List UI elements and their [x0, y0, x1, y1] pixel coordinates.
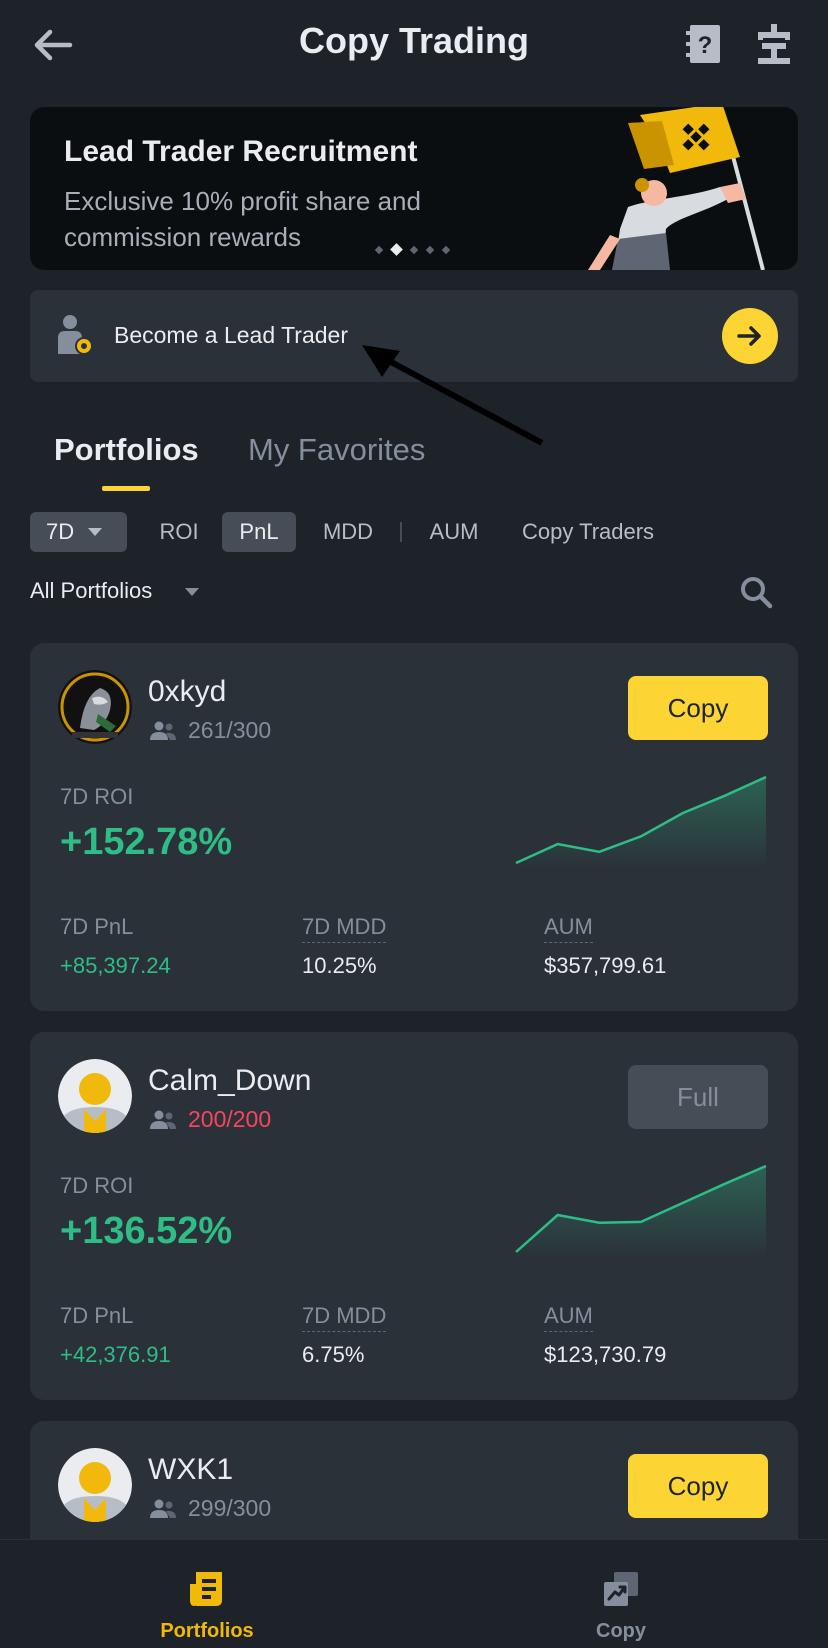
sort-pnl[interactable]: PnL — [222, 512, 296, 552]
copy-button[interactable]: Copy — [628, 676, 768, 740]
trader-card[interactable]: 0xkyd 261/300 Copy 7D ROI +152.78% 7D Pn… — [30, 643, 798, 1011]
sparkline-area — [516, 777, 766, 869]
arrow-right-icon — [737, 326, 761, 346]
roi-sparkline — [515, 1164, 767, 1258]
pnl-value: +85,397.24 — [60, 953, 171, 978]
aum-value: $123,730.79 — [544, 1342, 667, 1367]
banner-dot — [425, 245, 435, 254]
people-icon — [150, 721, 176, 740]
sparkline-area — [516, 1166, 766, 1258]
people-icon — [150, 1110, 176, 1129]
aum-label: AUM — [544, 1303, 593, 1332]
aum-value: $357,799.61 — [544, 953, 667, 978]
caret-down-icon — [185, 588, 199, 596]
tab-portfolios[interactable]: Portfolios — [54, 432, 199, 468]
recruitment-banner[interactable]: Lead Trader Recruitment Exclusive 10% pr… — [30, 107, 798, 270]
tab-my-favorites[interactable]: My Favorites — [248, 432, 425, 468]
follower-count: 299/300 — [188, 1495, 272, 1521]
avatar — [58, 1059, 132, 1133]
trader-name: WXK1 — [148, 1453, 234, 1486]
sort-mdd[interactable]: MDD — [320, 512, 376, 552]
banner-dot — [441, 245, 451, 254]
sort-roi[interactable]: ROI — [154, 512, 204, 552]
help-book-icon[interactable]: ? — [684, 22, 728, 68]
top-bar: Copy Trading ? — [0, 0, 828, 90]
become-lead-trader-row[interactable]: Become a Lead Trader — [30, 290, 798, 382]
portfolio-tabs: Portfolios My Favorites — [0, 425, 828, 495]
bottom-nav: Portfolios Copy — [0, 1539, 828, 1648]
lead-trader-icon — [58, 315, 93, 355]
banner-dot-active — [390, 243, 403, 256]
roi-label: 7D ROI — [60, 784, 134, 809]
period-dropdown[interactable]: 7D — [30, 512, 127, 552]
nav-copy-label: Copy — [596, 1620, 646, 1642]
become-lead-trader-label: Become a Lead Trader — [114, 322, 348, 348]
roi-label: 7D ROI — [60, 1173, 134, 1198]
pnl-label: 7D PnL — [60, 1303, 134, 1328]
trader-card[interactable]: Calm_Down 200/200 Full 7D ROI +136.52% 7… — [30, 1032, 798, 1400]
period-value: 7D — [46, 519, 75, 544]
caret-down-icon — [88, 528, 102, 536]
avatar — [58, 1448, 132, 1522]
mdd-value: 10.25% — [302, 953, 377, 978]
svg-text:?: ? — [698, 32, 713, 59]
sort-filters: 7D ROI PnL MDD AUM Copy Traders — [30, 512, 810, 552]
search-icon[interactable] — [738, 574, 774, 610]
nav-portfolios-label: Portfolios — [160, 1620, 254, 1642]
full-button[interactable]: Full — [628, 1065, 768, 1129]
aum-label: AUM — [544, 914, 593, 943]
portfolios-icon — [190, 1572, 222, 1606]
sort-copy-traders[interactable]: Copy Traders — [522, 512, 672, 552]
trader-name: 0xkyd — [148, 675, 227, 708]
sort-aum[interactable]: AUM — [426, 512, 482, 552]
pin-icon[interactable] — [752, 22, 796, 68]
flag-bearer-illustration — [588, 107, 765, 270]
copy-button[interactable]: Copy — [628, 1454, 768, 1518]
roi-sparkline — [515, 775, 767, 869]
nav-portfolios[interactable]: Portfolios — [0, 1540, 414, 1648]
roi-value: +136.52% — [60, 1210, 233, 1252]
mdd-value: 6.75% — [302, 1342, 365, 1367]
follower-count: 200/200 — [188, 1106, 272, 1132]
people-icon — [150, 1499, 176, 1518]
banner-title: Lead Trader Recruitment — [64, 135, 418, 168]
trader-name: Calm_Down — [148, 1064, 312, 1097]
active-tab-indicator — [102, 486, 150, 491]
pnl-value: +42,376.91 — [60, 1342, 171, 1367]
mdd-label: 7D MDD — [302, 1303, 387, 1332]
portfolio-type-dropdown[interactable]: All Portfolios — [30, 578, 152, 604]
copy-icon — [604, 1572, 638, 1606]
follower-count: 261/300 — [188, 717, 272, 743]
roi-value: +152.78% — [60, 821, 233, 863]
avatar — [58, 670, 132, 744]
lead-trader-arrow-button[interactable] — [722, 308, 778, 364]
banner-dot — [409, 245, 419, 254]
pnl-label: 7D PnL — [60, 914, 134, 939]
banner-pagination — [374, 243, 451, 256]
nav-copy[interactable]: Copy — [414, 1540, 828, 1648]
filter-divider — [400, 522, 402, 542]
mdd-label: 7D MDD — [302, 914, 387, 943]
banner-dot — [374, 245, 384, 254]
